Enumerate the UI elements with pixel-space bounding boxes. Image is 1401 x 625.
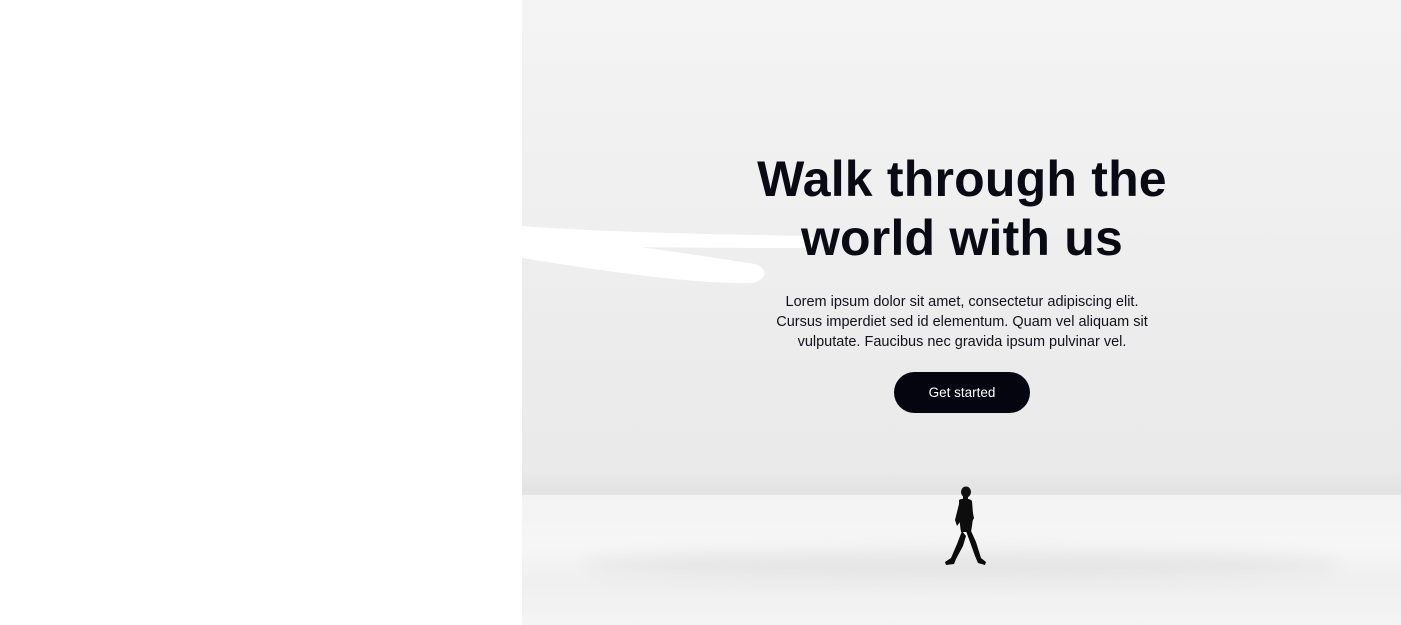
hero-content: Walk through the world with us Lorem ips… bbox=[740, 150, 1184, 413]
hero-description: Lorem ipsum dolor sit amet, consectetur … bbox=[776, 294, 1148, 350]
landing-page: Walk through the world with us Lorem ips… bbox=[0, 0, 1401, 625]
headline-line-2: world with us bbox=[800, 210, 1124, 266]
walking-person-icon bbox=[945, 486, 986, 565]
brush-stroke-icon bbox=[522, 226, 816, 284]
get-started-button[interactable]: Get started bbox=[894, 372, 1030, 413]
headline-line-1: Walk through the bbox=[757, 151, 1167, 207]
hero-headline: Walk through the world with us bbox=[740, 150, 1184, 268]
